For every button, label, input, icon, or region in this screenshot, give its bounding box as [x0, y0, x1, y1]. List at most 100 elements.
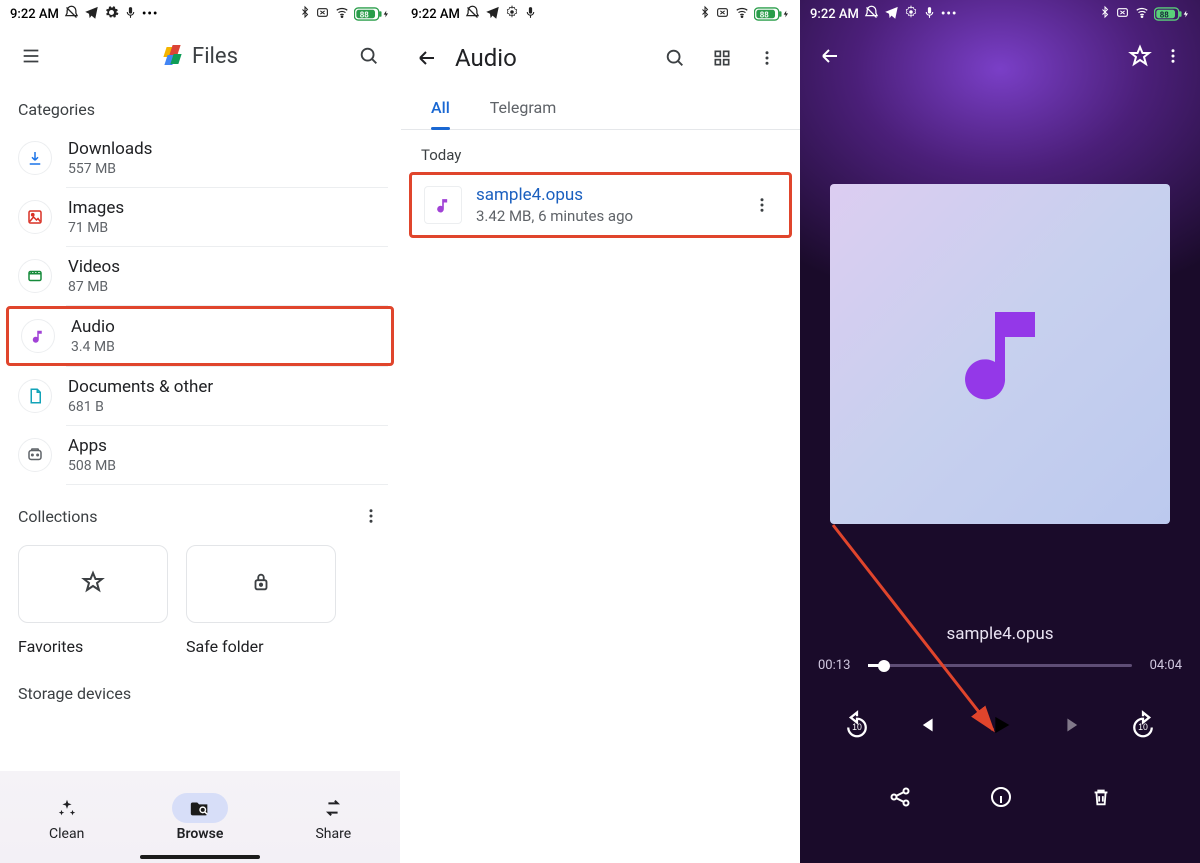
svg-text:10: 10 [1138, 722, 1148, 732]
svg-text:10: 10 [852, 722, 862, 732]
bluetooth-icon [299, 5, 311, 23]
category-apps[interactable]: Apps 508 MB [0, 426, 400, 484]
video-icon [18, 259, 52, 293]
wifi-icon [734, 5, 750, 23]
dnd-icon [465, 5, 480, 24]
collections-more-button[interactable] [356, 501, 386, 531]
info-button[interactable] [983, 779, 1019, 815]
nav-browse[interactable]: Browse [133, 771, 266, 863]
nav-clean[interactable]: Clean [0, 771, 133, 863]
time-duration: 04:04 [1142, 658, 1182, 673]
svg-text:88: 88 [360, 10, 370, 19]
category-videos[interactable]: Videos 87 MB [0, 247, 400, 305]
document-icon [18, 379, 52, 413]
image-icon [18, 200, 52, 234]
category-size: 71 MB [68, 220, 382, 236]
sparkle-icon [39, 793, 95, 823]
search-button[interactable] [352, 39, 386, 73]
statusbar: 9:22 AM ••• 88 [800, 0, 1200, 28]
secondary-controls [800, 759, 1200, 825]
rewind-10-button[interactable]: 10 [836, 704, 878, 746]
mic-icon [923, 6, 936, 23]
view-grid-button[interactable] [706, 42, 738, 74]
telegram-icon [884, 5, 899, 24]
statusbar: 9:22 AM 88 [401, 0, 800, 28]
previous-button[interactable] [906, 706, 944, 744]
category-size: 557 MB [68, 161, 382, 177]
category-name: Videos [68, 257, 382, 277]
favorites-card[interactable] [18, 545, 168, 623]
category-name: Downloads [68, 139, 382, 159]
svg-text:88: 88 [1160, 10, 1170, 19]
favorites-label: Favorites [4, 631, 154, 662]
dnd-icon [64, 5, 79, 24]
screen-audio-list: 9:22 AM 88 Audio All Telegram Today [400, 0, 800, 863]
category-name: Apps [68, 436, 382, 456]
wifi-icon [1134, 5, 1150, 23]
category-documents[interactable]: Documents & other 681 B [0, 367, 400, 425]
lock-icon [250, 571, 272, 597]
status-time: 9:22 AM [810, 7, 859, 22]
seek-bar[interactable]: 00:13 04:04 [800, 644, 1200, 673]
seek-thumb[interactable] [878, 660, 890, 672]
safefolder-label: Safe folder [172, 631, 322, 662]
mic-icon [524, 6, 537, 23]
forward-10-button[interactable]: 10 [1122, 704, 1164, 746]
x-box-icon [315, 6, 330, 23]
screen-title: Audio [455, 44, 517, 72]
nav-share[interactable]: Share [267, 771, 400, 863]
next-button[interactable] [1056, 706, 1094, 744]
category-name: Documents & other [68, 377, 382, 397]
category-downloads[interactable]: Downloads 557 MB [0, 129, 400, 187]
back-button[interactable] [812, 38, 848, 74]
seek-track[interactable] [868, 664, 1132, 667]
more-icon: ••• [142, 7, 159, 22]
screen-audio-player: 9:22 AM ••• 88 sample4.opus [800, 0, 1200, 863]
file-row[interactable]: sample4.opus 3.42 MB, 6 minutes ago [409, 172, 792, 238]
overflow-button[interactable] [1158, 41, 1188, 71]
delete-button[interactable] [1084, 780, 1118, 814]
track-title: sample4.opus [800, 624, 1200, 644]
bluetooth-icon [699, 5, 711, 23]
dnd-icon [864, 5, 879, 24]
storage-devices-label: Storage devices [0, 662, 400, 713]
files-logo-icon [162, 45, 184, 67]
download-icon [18, 141, 52, 175]
svg-text:88: 88 [760, 10, 770, 19]
telegram-icon [84, 5, 99, 24]
apps-icon [18, 438, 52, 472]
appbar: Files [0, 28, 400, 84]
safefolder-card[interactable] [186, 545, 336, 623]
tabs: All Telegram [401, 88, 800, 130]
tab-telegram[interactable]: Telegram [484, 88, 562, 129]
bottom-nav: Clean Browse Share [0, 771, 400, 863]
home-indicator[interactable] [140, 855, 260, 859]
menu-button[interactable] [14, 39, 48, 73]
gear-icon [904, 5, 918, 23]
mic-icon [124, 6, 137, 23]
status-time: 9:22 AM [411, 7, 460, 22]
statusbar: 9:22 AM ••• [0, 0, 400, 28]
group-label-today: Today [401, 130, 800, 172]
back-button[interactable] [409, 40, 445, 76]
play-button[interactable] [972, 697, 1028, 753]
status-time: 9:22 AM [10, 7, 59, 22]
file-overflow-button[interactable] [747, 190, 777, 220]
overflow-button[interactable] [752, 43, 782, 73]
category-name: Audio [71, 317, 379, 337]
battery-icon: 88 [1154, 7, 1190, 21]
file-name: sample4.opus [476, 185, 733, 205]
file-meta: 3.42 MB, 6 minutes ago [476, 207, 733, 225]
browse-icon [172, 793, 228, 823]
share-button[interactable] [882, 779, 918, 815]
tab-all[interactable]: All [425, 88, 456, 129]
category-audio[interactable]: Audio 3.4 MB [6, 306, 394, 366]
search-button[interactable] [658, 41, 692, 75]
favorite-button[interactable] [1122, 38, 1158, 74]
player-appbar [800, 28, 1200, 84]
category-images[interactable]: Images 71 MB [0, 188, 400, 246]
time-elapsed: 00:13 [818, 658, 858, 673]
battery-icon: 88 [754, 7, 790, 21]
x-box-icon [1115, 6, 1130, 23]
collections-label: Collections [18, 507, 356, 526]
